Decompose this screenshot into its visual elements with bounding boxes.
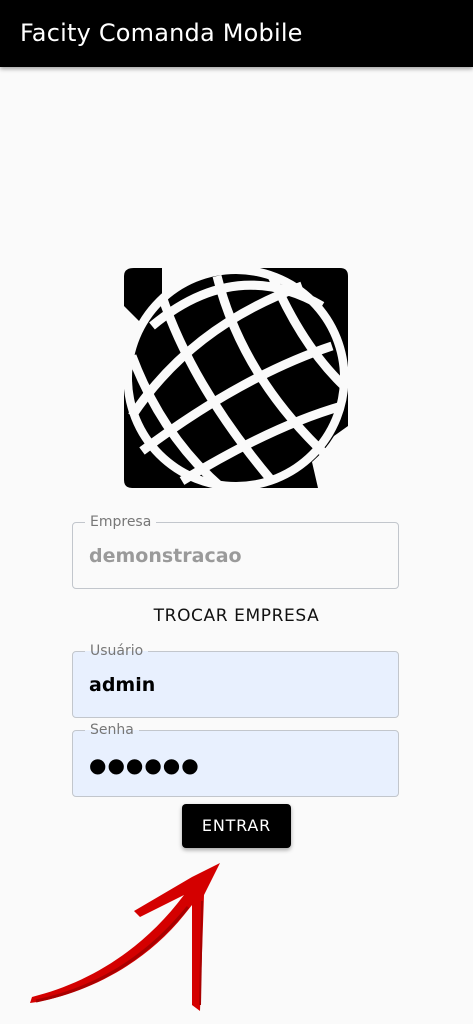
app-title: Facity Comanda Mobile [20,19,303,47]
empresa-value: demonstracao [89,545,242,567]
senha-field[interactable]: Senha ●●●●●● [72,720,399,797]
app-bar: Facity Comanda Mobile [0,0,473,67]
senha-value: ●●●●●● [89,753,200,777]
trocar-empresa-button[interactable]: TROCAR EMPRESA [0,606,473,626]
red-arrow-icon [30,863,220,1011]
usuario-value: admin [89,674,156,696]
entrar-button[interactable]: ENTRAR [182,804,291,848]
usuario-label: Usuário [85,641,149,661]
usuario-field[interactable]: Usuário admin [72,641,399,718]
empresa-field[interactable]: Empresa demonstracao [72,512,399,589]
empresa-label: Empresa [85,512,157,532]
senha-label: Senha [85,720,139,740]
globe-logo-icon [123,266,349,490]
